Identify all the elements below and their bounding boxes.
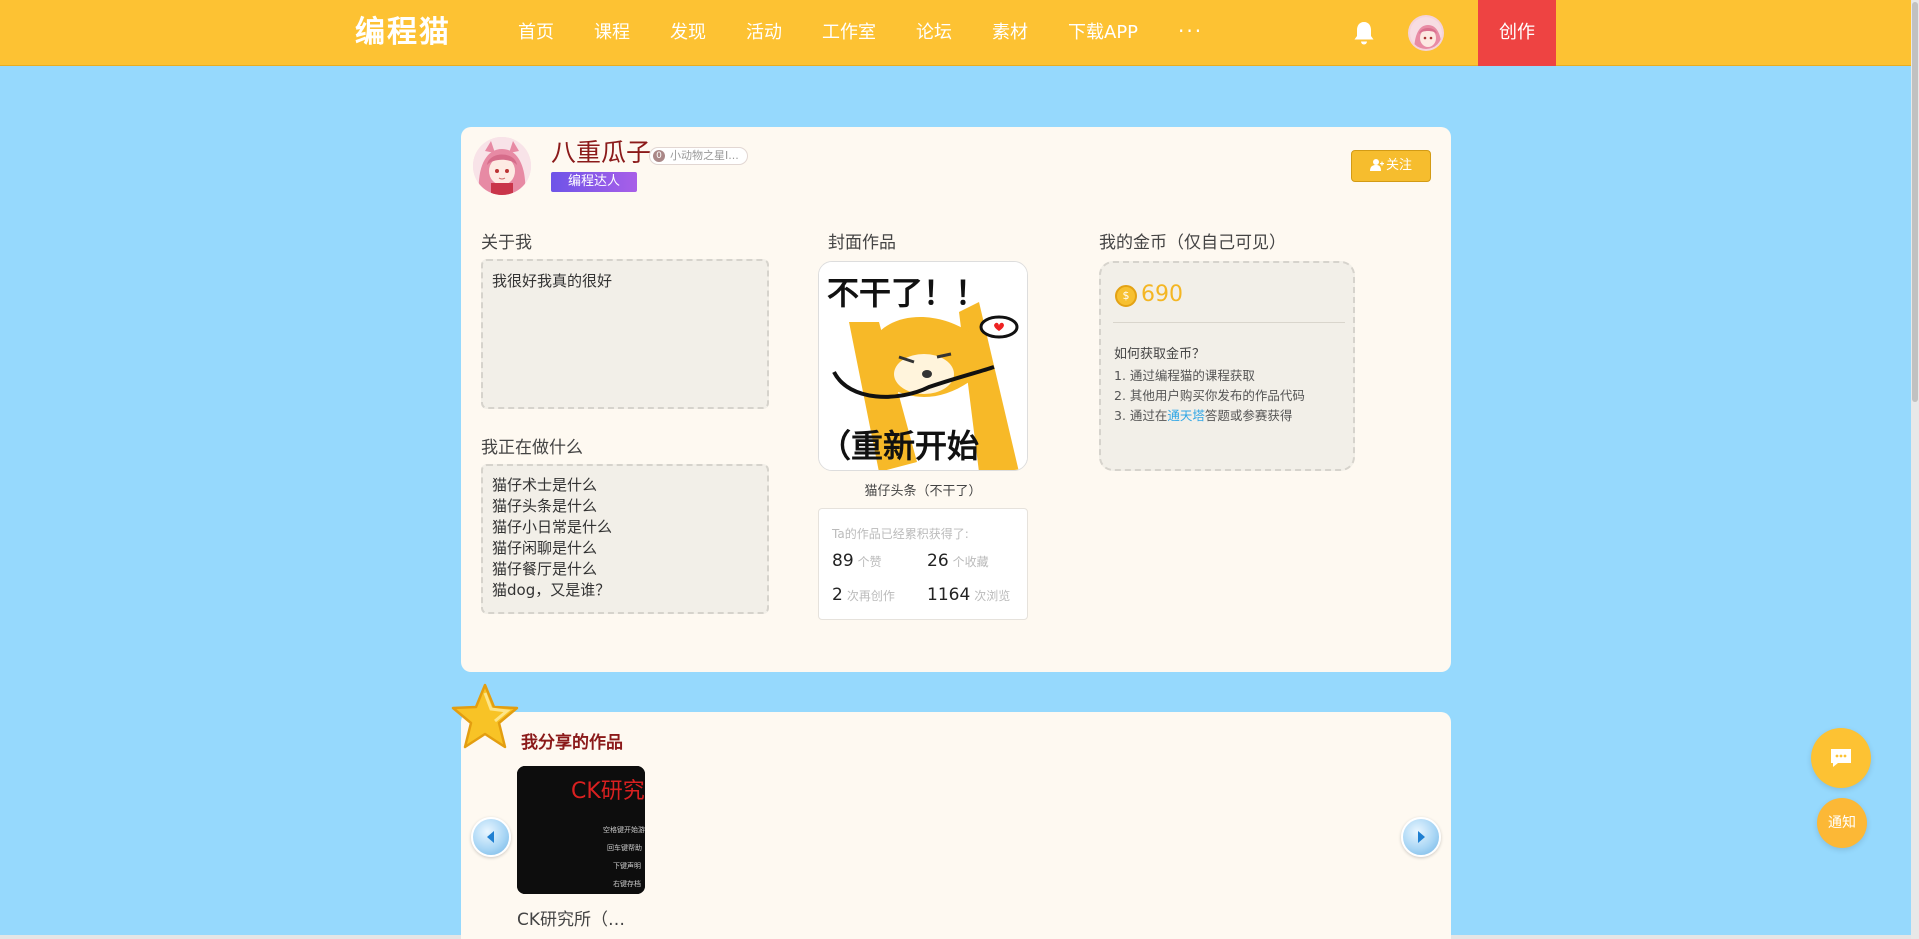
coin-how-item: 3. 通过在通天塔答题或参赛获得 [1114,408,1293,423]
scrollbar-thumb[interactable] [1912,2,1918,402]
top-navbar: 编程猫 首页 课程 发现 活动 工作室 论坛 素材 下载APP ··· 创作 [0,0,1914,66]
nav-item-home[interactable]: 首页 [518,0,554,66]
stats-box: Ta的作品已经累积获得了: 89 个赞 26 个收藏 2 次再创作 1164 次浏览 [818,508,1028,620]
create-button[interactable]: 创作 [1478,0,1556,66]
doing-line: 猫仔闲聊是什么 [492,539,598,557]
work-thumb-line: 右键存档 [613,879,641,888]
work-thumbnail[interactable]: CK研究 空格键开始游 回车键帮助 下键声明 右键存档 [517,766,645,894]
doing-line: 猫仔餐厅是什么 [492,560,598,578]
nav-item-events[interactable]: 活动 [746,0,782,66]
doing-line: 猫仔术士是什么 [492,476,598,494]
shared-works-title: 我分享的作品 [521,733,623,753]
about-box: 我很好我真的很好 [481,259,769,409]
stat-likes: 89 个赞 [832,551,882,571]
coin-how-item: 2. 其他用户购买你发布的作品代码 [1114,388,1305,403]
stat-views: 1164 次浏览 [927,585,1011,605]
stat-remixes: 2 次再创作 [832,585,895,605]
nav-item-studio[interactable]: 工作室 [822,0,876,66]
cover-work-image[interactable]: 不干了！！ （重新开始 [818,261,1028,471]
stats-heading: Ta的作品已经累积获得了: [832,527,969,541]
work-thumb-line: 下键声明 [613,861,641,870]
main-nav: 首页 课程 发现 活动 工作室 论坛 素材 下载APP ··· [518,0,1203,66]
doing-line: 猫dog，又是谁？ [492,581,611,599]
nav-item-forum[interactable]: 论坛 [916,0,952,66]
star-badge[interactable]: 0 小动物之星I... [649,147,748,165]
cover-title: 封面作品 [828,233,896,253]
star-icon [449,681,521,753]
about-title: 关于我 [481,233,532,253]
doing-line: 猫仔头条是什么 [492,497,598,515]
cover-text-top: 不干了！！ [827,274,987,312]
nav-item-materials[interactable]: 素材 [992,0,1028,66]
work-thumb-line: 回车键帮助 [607,843,642,852]
bell-icon[interactable] [1352,20,1376,46]
nav-item-courses[interactable]: 课程 [594,0,630,66]
more-menu-icon[interactable]: ··· [1178,0,1203,66]
chat-icon [1831,749,1851,767]
coin-how-list: 1. 通过编程猫的课程获取 2. 其他用户购买你发布的作品代码 3. 通过在通天… [1114,366,1305,426]
pro-badge: 编程达人 [551,172,637,192]
coin-amount: 690 [1141,282,1183,307]
site-logo[interactable]: 编程猫 [355,14,451,52]
nav-item-download-app[interactable]: 下载APP [1068,0,1138,66]
chat-button[interactable] [1811,728,1871,788]
coin-how-title: 如何获取金币？ [1114,347,1206,362]
next-arrow-icon[interactable] [1401,817,1441,857]
user-plus-icon [1369,159,1384,171]
coin-how-item: 1. 通过编程猫的课程获取 [1114,368,1255,383]
coins-box: $ 690 如何获取金币？ 1. 通过编程猫的课程获取 2. 其他用户购买你发布… [1099,261,1355,471]
work-name[interactable]: CK研究所（… [517,905,625,930]
stat-favorites: 26 个收藏 [927,551,989,571]
tower-link[interactable]: 通天塔 [1167,408,1205,423]
notify-button[interactable]: 通知 [1817,798,1867,848]
cover-text-bottom: （重新开始 [819,427,979,465]
coin-icon: $ [1115,285,1137,307]
doing-title: 我正在做什么 [481,438,583,458]
cover-caption[interactable]: 猫仔头条（不干了） [818,480,1028,499]
profile-avatar [473,137,531,195]
work-thumb-title: CK研究 [571,779,645,804]
profile-username: 八重瓜子 [551,138,652,167]
coin-divider [1113,322,1345,323]
follow-label: 关注 [1385,158,1412,173]
nav-item-discover[interactable]: 发现 [670,0,706,66]
coins-title: 我的金币（仅自己可见） [1099,233,1286,253]
star-badge-label: 小动物之星I... [670,149,739,162]
doing-line: 猫仔小日常是什么 [492,518,613,536]
follow-button[interactable]: 关注 [1351,150,1431,182]
profile-card: 八重瓜子 0 小动物之星I... 编程达人 关注 关于我 我很好我真的很好 我正… [461,127,1451,672]
prev-arrow-icon[interactable] [471,817,511,857]
doing-box: 猫仔术士是什么 猫仔头条是什么 猫仔小日常是什么 猫仔闲聊是什么 猫仔餐厅是什么… [481,464,769,614]
work-thumb-line: 空格键开始游 [603,825,645,834]
user-avatar[interactable] [1408,15,1444,51]
badge-medal-icon: 0 [653,150,665,162]
about-text: 我很好我真的很好 [492,272,613,290]
